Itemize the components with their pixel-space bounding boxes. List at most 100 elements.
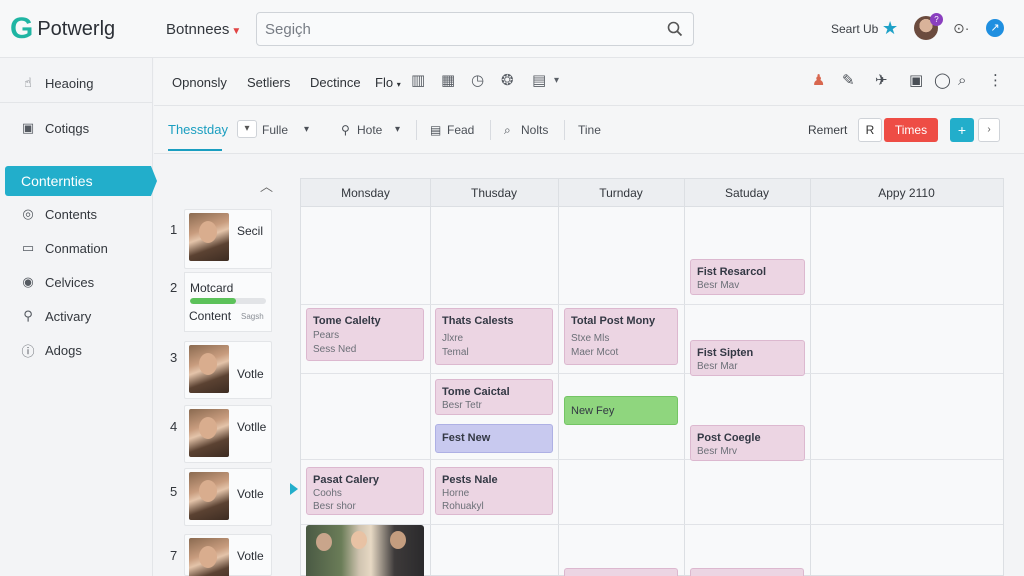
- row-number: 2: [170, 280, 178, 295]
- add-button[interactable]: +: [950, 118, 974, 142]
- event-detail: Besr Mrv: [697, 446, 737, 457]
- content-card[interactable]: Secil: [184, 209, 272, 269]
- search-icon[interactable]: [667, 21, 683, 37]
- business-menu[interactable]: Botnnees ▼: [166, 21, 241, 38]
- search-input[interactable]: [265, 19, 665, 39]
- sidebar-item-cotiqgs[interactable]: ▣ Cotiqgs: [20, 116, 89, 140]
- calendar-event[interactable]: Total Post Mony Stxe Mls Maer Mcot: [564, 308, 678, 365]
- pin-icon[interactable]: ✈: [875, 73, 888, 89]
- more-icon[interactable]: ⋮: [988, 73, 1003, 89]
- content-card[interactable]: Votle: [184, 468, 272, 526]
- divider: [564, 120, 565, 140]
- globe-icon[interactable]: ❂: [501, 73, 514, 89]
- search-action-link[interactable]: Seart Ub: [831, 22, 878, 36]
- caret-down-icon: ▼: [231, 26, 242, 37]
- compass-icon[interactable]: ↗: [986, 19, 1004, 37]
- event-detail: Stxe Mls: [571, 333, 610, 344]
- search-icon[interactable]: ⌕: [958, 73, 966, 89]
- sidebar-item-activary[interactable]: ⚲ Activary: [20, 304, 91, 328]
- tab-thesstday[interactable]: Thesstday: [168, 122, 228, 137]
- filter-fead[interactable]: Fead: [447, 120, 474, 140]
- star-icon[interactable]: ★: [882, 19, 898, 37]
- checkbox-dropdown[interactable]: ▾: [237, 120, 257, 138]
- row-number: 3: [170, 350, 178, 365]
- calendar-event[interactable]: Fest New: [435, 424, 553, 453]
- sidebar-item-label: Adogs: [45, 342, 82, 358]
- person-figure: [351, 531, 367, 549]
- calendar-event[interactable]: Tome Caictal Besr Tetr: [435, 379, 553, 415]
- event-detail: Pears: [313, 330, 340, 341]
- event-detail: Maer Mcot: [571, 347, 619, 358]
- content-card[interactable]: Motcard Content Sagsh: [184, 272, 272, 332]
- sidebar-item-adogs[interactable]: ⓘ Adogs: [20, 338, 82, 362]
- content-card[interactable]: Votle: [184, 534, 272, 576]
- times-button[interactable]: Times: [884, 118, 938, 142]
- event-photo[interactable]: [306, 525, 424, 576]
- calendar-event[interactable]: Fist Resarcol Besr Mav: [690, 259, 805, 295]
- menu-flo[interactable]: Flo ▾: [375, 75, 401, 90]
- calendar-event[interactable]: Pasat Calery Coohs Besr shor: [306, 467, 424, 515]
- menu-opnonsly[interactable]: Opnonsly: [172, 75, 227, 90]
- r-button[interactable]: R: [858, 118, 882, 142]
- tag-icon[interactable]: ✎: [842, 73, 855, 89]
- caret-icon: ▾: [396, 80, 401, 89]
- remark-label: Remert: [808, 123, 848, 137]
- sidebar-item-conmation[interactable]: ▭ Conmation: [20, 236, 108, 260]
- day-header-satuday: Satuday: [724, 186, 770, 200]
- calendar-event[interactable]: New Fey: [564, 396, 678, 425]
- sidebar-item-heaoing[interactable]: ☝ Heaoing: [20, 71, 93, 95]
- calendar-event[interactable]: [564, 568, 678, 576]
- calendar-event[interactable]: Tome Calelty Pears Sess Ned: [306, 308, 424, 361]
- event-title: Tome Calelty: [313, 315, 381, 327]
- grid-icon[interactable]: ▥: [411, 73, 425, 89]
- card-label: Votle: [237, 487, 264, 501]
- divider: [416, 120, 417, 140]
- chevron-up-icon[interactable]: ︿: [260, 176, 273, 195]
- more-button[interactable]: ›: [978, 118, 1000, 142]
- row-number: 4: [170, 419, 178, 434]
- sidebar-item-label: Conmation: [45, 240, 108, 256]
- calendar-event[interactable]: Post Coegle Besr Mrv: [690, 425, 805, 461]
- sidebar-item-label: Heaoing: [45, 75, 94, 91]
- avatar[interactable]: ?: [914, 13, 943, 40]
- event-detail: Coohs: [313, 488, 342, 499]
- filter-nolts[interactable]: Nolts: [521, 120, 548, 140]
- content-card[interactable]: Votlle: [184, 405, 272, 463]
- chevron-down-icon[interactable]: ▾: [304, 120, 309, 140]
- calendar-event[interactable]: Fist Sipten Besr Mar: [690, 340, 805, 376]
- user-icon[interactable]: ♟: [812, 73, 825, 89]
- sidebar-item-contents[interactable]: ◎ Contents: [20, 202, 97, 226]
- filter-hote[interactable]: Hote: [357, 120, 382, 140]
- globe-icon: ◎: [22, 206, 34, 221]
- main-toolbar: Opnonsly Setliers Dectince Flo ▾ ▥ ▦ ◷ ❂…: [154, 58, 1024, 106]
- calendar-event[interactable]: Pests Nale Horne Rohuakyl: [435, 467, 553, 515]
- clock-icon[interactable]: ◷: [471, 73, 484, 89]
- menu-dectince[interactable]: Dectince: [310, 75, 361, 90]
- filter-fulle[interactable]: Fulle: [262, 120, 288, 140]
- table-icon[interactable]: ▦: [441, 73, 455, 89]
- event-detail: Jlxre: [442, 333, 464, 344]
- save-icon[interactable]: ▤: [532, 73, 546, 89]
- search-icon: ⌕: [504, 123, 511, 137]
- sidebar-item-celvices[interactable]: ◉ Celvices: [20, 270, 94, 294]
- toggle-icon[interactable]: ⊙·: [953, 20, 969, 37]
- event-title: Total Post Mony: [571, 315, 656, 327]
- menu-setliers[interactable]: Setliers: [247, 75, 290, 90]
- chat-icon[interactable]: ◯: [934, 73, 951, 89]
- sidebar-item-conternties[interactable]: Conternties: [5, 166, 157, 196]
- chevron-down-icon[interactable]: ▾: [395, 120, 400, 140]
- event-title: New Fey: [571, 405, 615, 417]
- calendar-event[interactable]: Thats Calests Jlxre Temal: [435, 308, 553, 365]
- calendar-event[interactable]: [690, 568, 804, 576]
- app-name: Potwerlg: [37, 17, 116, 40]
- grid-line: [301, 459, 1003, 460]
- row-pointer-icon: [290, 483, 298, 495]
- calendar-icon[interactable]: ▣: [909, 73, 923, 89]
- filter-tine[interactable]: Tine: [578, 120, 601, 140]
- grid-line: [810, 179, 811, 576]
- chevron-down-icon[interactable]: ▾: [554, 73, 559, 89]
- grid-line: [558, 179, 559, 576]
- content-card[interactable]: Votle: [184, 341, 272, 399]
- app-logo[interactable]: G Potwerlg: [10, 14, 115, 44]
- view-toolbar: Thesstday ▾ Fulle ▾ ⚲ Hote ▾ ▤ Fead ⌕ No…: [154, 106, 1024, 154]
